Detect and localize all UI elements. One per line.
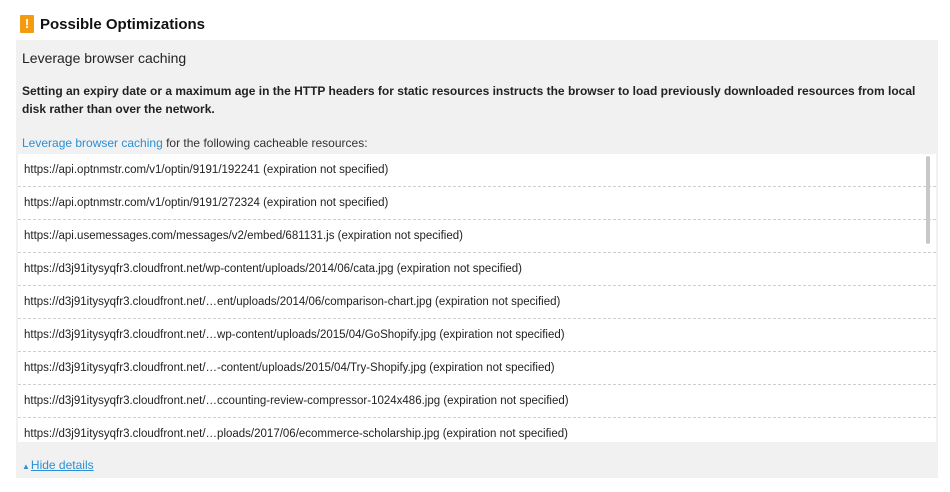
resource-row: https://api.optnmstr.com/v1/optin/9191/1… xyxy=(18,154,936,187)
resource-row: https://d3j91itysyqfr3.cloudfront.net/…e… xyxy=(18,286,936,319)
leverage-caching-link[interactable]: Leverage browser caching xyxy=(22,136,163,150)
section-title: Possible Optimizations xyxy=(40,15,206,33)
hide-details-label: Hide details xyxy=(30,458,94,472)
rule-panel: Leverage browser caching Setting an expi… xyxy=(16,40,938,478)
resource-row: https://d3j91itysyqfr3.cloudfront.net/…p… xyxy=(18,418,936,442)
section-header: ! Possible Optimizations xyxy=(20,14,205,34)
resources-intro: Leverage browser caching for the followi… xyxy=(22,136,368,150)
resource-row: https://d3j91itysyqfr3.cloudfront.net/…w… xyxy=(18,319,936,352)
rule-description: Setting an expiry date or a maximum age … xyxy=(22,84,916,116)
scrollbar[interactable] xyxy=(926,156,930,440)
intro-text: for the following cacheable resources: xyxy=(162,136,368,150)
resource-row: https://d3j91itysyqfr3.cloudfront.net/wp… xyxy=(18,253,936,286)
resource-row: https://d3j91itysyqfr3.cloudfront.net/…c… xyxy=(18,385,936,418)
resource-rows: https://api.optnmstr.com/v1/optin/9191/1… xyxy=(18,154,936,442)
scrollbar-thumb[interactable] xyxy=(926,156,930,244)
resource-row: https://d3j91itysyqfr3.cloudfront.net/…-… xyxy=(18,352,936,385)
resource-list[interactable]: https://api.optnmstr.com/v1/optin/9191/1… xyxy=(18,154,936,442)
warning-icon: ! xyxy=(20,15,34,33)
caret-up-icon: ▲ xyxy=(22,462,30,471)
resource-row: https://api.optnmstr.com/v1/optin/9191/2… xyxy=(18,187,936,220)
resource-row: https://api.usemessages.com/messages/v2/… xyxy=(18,220,936,253)
rule-title: Leverage browser caching xyxy=(22,50,187,66)
hide-details-link[interactable]: ▲Hide details xyxy=(22,458,94,472)
